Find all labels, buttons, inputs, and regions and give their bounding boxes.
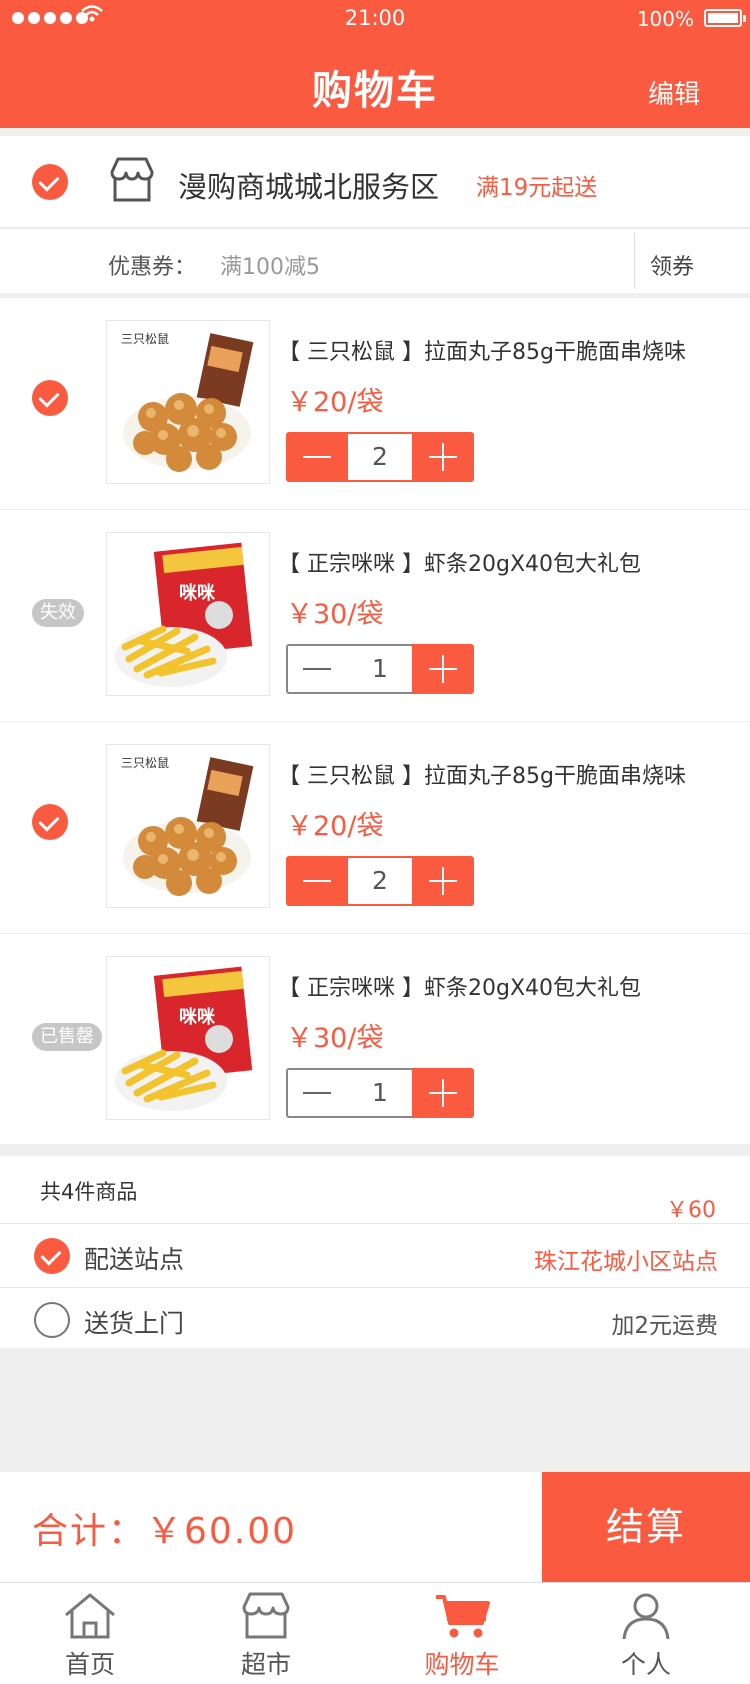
quantity-value[interactable]: 2	[348, 856, 412, 906]
status-bar: 21:00 100%	[0, 0, 750, 40]
tab-profile[interactable]: 个人	[586, 1583, 706, 1684]
quantity-value[interactable]: 1	[348, 1068, 412, 1118]
delivery-station-value[interactable]: 珠江花城小区站点	[534, 1242, 718, 1276]
tab-label: 购物车	[424, 1650, 500, 1679]
svg-text:三只松鼠: 三只松鼠	[121, 756, 169, 770]
quantity-stepper: 2	[286, 856, 474, 906]
cart-item: 三只松鼠 【 三只松鼠 】拉面丸子85g干脆面串烧味 ￥20/袋 2	[0, 722, 750, 934]
product-image[interactable]: 三只松鼠	[106, 744, 270, 908]
quantity-stepper: 1	[286, 644, 474, 694]
quantity-stepper: 2	[286, 432, 474, 482]
tab-cart[interactable]: 购物车	[402, 1583, 522, 1684]
item-name[interactable]: 【 正宗咪咪 】虾条20gX40包大礼包	[278, 970, 641, 1002]
store-select-checkbox[interactable]	[32, 164, 68, 200]
home-icon	[65, 1593, 115, 1639]
page-title: 购物车	[312, 68, 438, 114]
cart-item: 失效 咪咪 【 正宗咪咪 】虾条20gX40包大礼包 ￥30/袋 1	[0, 510, 750, 722]
quantity-value[interactable]: 2	[348, 432, 412, 482]
item-count: 共4件商品	[40, 1180, 138, 1204]
tab-label: 个人	[620, 1650, 671, 1679]
invalid-badge: 失效	[32, 599, 84, 627]
increase-button[interactable]	[412, 1068, 474, 1118]
item-count-row: 共4件商品 ￥60	[0, 1156, 750, 1224]
home-delivery-radio[interactable]	[34, 1302, 70, 1338]
svg-text:咪咪: 咪咪	[179, 1006, 216, 1028]
item-select-checkbox[interactable]	[32, 380, 68, 416]
coupon-value: 满100减5	[220, 255, 320, 280]
store-icon	[242, 1592, 290, 1639]
delivery-station-label: 配送站点	[84, 1245, 185, 1274]
checkout-bar: 合计：￥60.00 结算	[0, 1472, 750, 1582]
decrease-button[interactable]	[286, 432, 348, 482]
item-name[interactable]: 【 三只松鼠 】拉面丸子85g干脆面串烧味	[278, 758, 686, 790]
decrease-button[interactable]	[286, 644, 348, 694]
product-image[interactable]: 三只松鼠	[106, 320, 270, 484]
item-select-checkbox[interactable]	[32, 804, 68, 840]
store-icon	[106, 156, 158, 204]
increase-button[interactable]	[412, 856, 474, 906]
product-image[interactable]: 咪咪	[106, 532, 270, 696]
item-name[interactable]: 【 三只松鼠 】拉面丸子85g干脆面串烧味	[278, 334, 686, 366]
coupon-divider	[634, 233, 635, 289]
tab-label: 超市	[240, 1650, 291, 1679]
quantity-stepper: 1	[286, 1068, 474, 1118]
cart-item: 三只松鼠 【 三只松鼠 】拉面丸子85g干脆面串烧味 ￥20/袋 2	[0, 298, 750, 510]
total-amount: 合计：￥60.00	[32, 1511, 298, 1552]
store-min-order: 满19元起送	[476, 175, 598, 201]
product-image[interactable]: 咪咪	[106, 956, 270, 1120]
tab-home[interactable]: 首页	[30, 1583, 150, 1684]
tab-market[interactable]: 超市	[206, 1583, 326, 1684]
home-delivery-option[interactable]: 送货上门 加2元运费	[0, 1288, 750, 1348]
order-summary: 共4件商品 ￥60 配送站点 珠江花城小区站点 送货上门 加2元运费	[0, 1156, 750, 1348]
tab-label: 首页	[64, 1650, 115, 1679]
delivery-station-radio[interactable]	[34, 1238, 70, 1274]
svg-text:三只松鼠: 三只松鼠	[121, 332, 169, 346]
item-price: ￥30/袋	[286, 1023, 384, 1054]
item-price: ￥20/袋	[286, 811, 384, 842]
edit-button[interactable]: 编辑	[648, 74, 700, 111]
cart-item: 已售罄 咪咪 【 正宗咪咪 】虾条20gX40包大礼包 ￥30/袋 1	[0, 934, 750, 1146]
quantity-value[interactable]: 1	[348, 644, 412, 694]
get-coupon-button[interactable]: 领券	[650, 249, 694, 281]
subtotal: ￥60	[666, 1198, 716, 1223]
item-name[interactable]: 【 正宗咪咪 】虾条20gX40包大礼包	[278, 546, 641, 578]
item-price: ￥20/袋	[286, 387, 384, 418]
home-delivery-label: 送货上门	[84, 1309, 185, 1338]
checkout-button[interactable]: 结算	[542, 1472, 750, 1582]
decrease-button[interactable]	[286, 856, 348, 906]
item-price: ￥30/袋	[286, 599, 384, 630]
coupon-label: 优惠券：	[108, 255, 197, 280]
header: 21:00 100% 购物车 编辑	[0, 0, 750, 128]
battery-percent: 100%	[636, 7, 694, 31]
battery-icon	[704, 9, 746, 27]
sold-out-badge: 已售罄	[32, 1023, 102, 1051]
delivery-station-option[interactable]: 配送站点 珠江花城小区站点	[0, 1224, 750, 1288]
svg-text:咪咪: 咪咪	[179, 582, 216, 604]
increase-button[interactable]	[412, 644, 474, 694]
coupon-row: 优惠券： 满100减5 领券	[0, 229, 750, 293]
increase-button[interactable]	[412, 432, 474, 482]
store-name[interactable]: 漫购商城城北服务区	[178, 164, 439, 206]
home-delivery-fee: 加2元运费	[611, 1313, 718, 1339]
cart-icon	[436, 1595, 490, 1638]
cart-items: 三只松鼠 【 三只松鼠 】拉面丸子85g干脆面串烧味 ￥20/袋 2 失效 咪咪…	[0, 298, 750, 1144]
person-icon	[622, 1593, 670, 1640]
store-header: 漫购商城城北服务区 满19元起送	[0, 136, 750, 228]
decrease-button[interactable]	[286, 1068, 348, 1118]
tab-bar: 首页 超市 购物车 个人	[0, 1582, 750, 1684]
